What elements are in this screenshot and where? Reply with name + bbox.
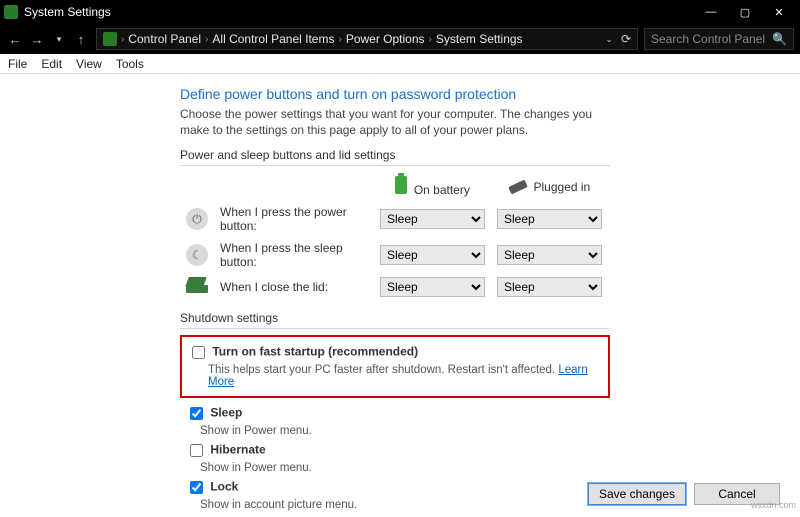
col-plugged-label: Plugged in [533, 180, 590, 194]
fast-startup-title: Turn on fast startup (recommended) [212, 345, 418, 359]
fast-startup-checkbox[interactable] [192, 346, 205, 359]
search-placeholder: Search Control Panel [651, 32, 765, 46]
titlebar: System Settings — ▢ ✕ [0, 0, 800, 24]
up-button[interactable]: ↑ [72, 32, 90, 47]
row-power-label: When I press the power button: [214, 201, 374, 237]
maximize-button[interactable]: ▢ [728, 0, 762, 24]
menubar: File Edit View Tools [0, 54, 800, 74]
lock-title: Lock [210, 480, 238, 494]
battery-icon [395, 176, 407, 194]
save-changes-button[interactable]: Save changes [588, 483, 686, 505]
recent-dropdown-icon[interactable]: ▾ [50, 34, 68, 45]
lid-battery-select[interactable]: Sleep [380, 277, 485, 297]
sleep-battery-select[interactable]: Sleep [380, 245, 485, 265]
refresh-icon[interactable]: ⟳ [621, 32, 631, 46]
lock-desc: Show in account picture menu. [200, 499, 610, 511]
crumb-2[interactable]: Power Options [346, 32, 425, 46]
search-icon[interactable]: 🔍 [772, 32, 787, 46]
menu-tools[interactable]: Tools [116, 57, 144, 71]
menu-file[interactable]: File [8, 57, 27, 71]
lock-checkbox[interactable] [190, 481, 203, 494]
breadcrumb[interactable]: › Control Panel › All Control Panel Item… [96, 28, 638, 50]
sleep-checkbox[interactable] [190, 407, 203, 420]
navbar: ← → ▾ ↑ › Control Panel › All Control Pa… [0, 24, 800, 54]
sleep-button-icon: ☾ [186, 244, 208, 266]
power-plugged-select[interactable]: Sleep [497, 209, 602, 229]
watermark: wsxdn.com [751, 500, 796, 510]
power-section-head: Power and sleep buttons and lid settings [180, 148, 610, 166]
page-title: Define power buttons and turn on passwor… [180, 86, 800, 102]
fast-startup-highlight: Turn on fast startup (recommended) This … [180, 335, 610, 398]
fast-startup-desc: This helps start your PC faster after sh… [208, 364, 555, 376]
close-button[interactable]: ✕ [762, 0, 796, 24]
location-icon [103, 32, 117, 46]
row-sleep-label: When I press the sleep button: [214, 237, 374, 273]
plug-icon [508, 179, 528, 194]
crumb-1[interactable]: All Control Panel Items [212, 32, 334, 46]
menu-view[interactable]: View [76, 57, 102, 71]
back-button[interactable]: ← [6, 32, 24, 47]
crumb-0[interactable]: Control Panel [128, 32, 201, 46]
sleep-title: Sleep [210, 406, 242, 420]
chevron-right-icon: › [205, 34, 208, 45]
power-battery-select[interactable]: Sleep [380, 209, 485, 229]
power-table: On battery Plugged in ⏻ When I press the… [180, 172, 608, 301]
window-title: System Settings [24, 5, 111, 19]
chevron-right-icon: › [121, 34, 124, 45]
hibernate-desc: Show in Power menu. [200, 462, 610, 474]
hibernate-title: Hibernate [210, 443, 265, 457]
crumb-3[interactable]: System Settings [436, 32, 523, 46]
sleep-plugged-select[interactable]: Sleep [497, 245, 602, 265]
lid-plugged-select[interactable]: Sleep [497, 277, 602, 297]
power-button-icon: ⏻ [186, 208, 208, 230]
hibernate-checkbox[interactable] [190, 444, 203, 457]
lid-icon [186, 279, 208, 293]
chevron-right-icon: › [429, 34, 432, 45]
row-lid-label: When I close the lid: [214, 273, 374, 301]
breadcrumb-dropdown-icon[interactable]: ⌄ [605, 34, 613, 45]
search-input[interactable]: Search Control Panel 🔍 [644, 28, 794, 50]
shutdown-section-head: Shutdown settings [180, 311, 610, 329]
col-battery-label: On battery [414, 183, 470, 197]
minimize-button[interactable]: — [694, 0, 728, 24]
menu-edit[interactable]: Edit [41, 57, 62, 71]
forward-button[interactable]: → [28, 32, 46, 47]
content-area: Define power buttons and turn on passwor… [0, 74, 800, 511]
sleep-desc: Show in Power menu. [200, 425, 610, 437]
page-intro: Choose the power settings that you want … [180, 106, 620, 138]
app-icon [4, 5, 18, 19]
chevron-right-icon: › [338, 34, 341, 45]
